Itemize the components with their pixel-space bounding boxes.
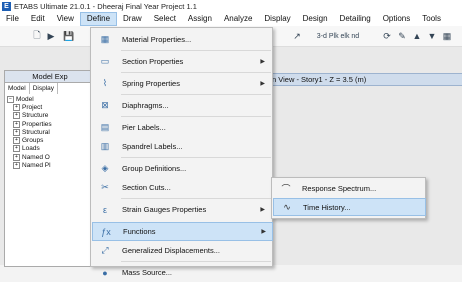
menu-select[interactable]: Select <box>148 12 182 26</box>
tree-node[interactable]: + Named O <box>7 153 93 162</box>
menu-item-strain-gauges[interactable]: ε Strain Gauges Properties ▶ <box>92 200 271 219</box>
collapse-icon[interactable]: − <box>7 96 14 103</box>
submenu-arrow-icon: ▶ <box>261 229 266 235</box>
time-history-icon: ∿ <box>283 201 291 212</box>
menu-options[interactable]: Options <box>377 12 417 26</box>
title-bar: E ETABS Ultimate 21.0.1 - Dheeraj Final … <box>0 0 462 12</box>
define-menu: ▦ Material Properties... ▭ Section Propert… <box>90 27 273 278</box>
menu-design[interactable]: Design <box>297 12 334 26</box>
section-cut-icon: ✂ <box>101 182 109 192</box>
expand-icon[interactable]: + <box>13 145 20 153</box>
menu-item-response-spectrum[interactable]: ⌒ Response Spectrum... <box>273 179 424 197</box>
menu-item-group-definitions[interactable]: ◈ Group Definitions... <box>92 159 271 178</box>
group-icon: ◈ <box>101 163 109 173</box>
menu-bar: File Edit View Define Draw Select Assign… <box>0 12 462 26</box>
displacement-icon: ⤢ <box>101 245 109 255</box>
tree-node[interactable]: + Properties <box>7 120 93 129</box>
pier-icon: ▤ <box>100 122 110 132</box>
menu-item-section-cuts[interactable]: ✂ Section Cuts... <box>92 178 271 197</box>
open-icon[interactable]: ▶ <box>44 29 58 43</box>
tree-node[interactable]: + Named Pl <box>7 161 93 170</box>
menu-item-time-history[interactable]: ∿ Time History... <box>273 198 426 216</box>
menu-file[interactable]: File <box>0 12 25 26</box>
expand-icon[interactable]: + <box>13 161 20 169</box>
menu-item-functions[interactable]: ƒx Functions ▶ <box>92 222 273 241</box>
menu-item-spring-properties[interactable]: ⌇ Spring Properties ▶ <box>92 74 271 93</box>
tree-node[interactable]: + Loads <box>7 145 93 153</box>
menu-item-mass-source[interactable]: ● Mass Source... <box>92 263 271 282</box>
menu-item-generalized-displacements[interactable]: ⤢ Generalized Displacements... <box>92 241 271 260</box>
refresh-icon[interactable]: ⟳ <box>380 29 394 43</box>
tree-node[interactable]: + Groups <box>7 137 93 145</box>
tree-node[interactable]: + Structural <box>7 128 93 137</box>
menu-view[interactable]: View <box>51 12 80 26</box>
functions-icon: ƒx <box>101 226 111 237</box>
diaphragm-icon: ⊠ <box>101 100 109 110</box>
expand-icon[interactable]: + <box>13 128 20 136</box>
menu-item-section-properties[interactable]: ▭ Section Properties ▶ <box>92 52 271 71</box>
functions-submenu: ⌒ Response Spectrum... ∿ Time History... <box>271 177 426 219</box>
up-icon[interactable]: ▲ <box>410 29 424 43</box>
expand-icon[interactable]: + <box>13 137 20 145</box>
material-icon: ▦ <box>100 34 110 44</box>
menu-edit[interactable]: Edit <box>25 12 51 26</box>
panel-title: Model Exp <box>5 71 95 83</box>
view-title-bar: n View - Story1 - Z = 3.5 (m) <box>267 73 462 86</box>
tab-model[interactable]: Model <box>5 83 30 94</box>
save-icon[interactable]: 💾 <box>62 29 76 43</box>
menu-item-spandrel-labels[interactable]: ▥ Spandrel Labels... <box>92 137 271 156</box>
menu-tools[interactable]: Tools <box>416 12 447 26</box>
menu-display[interactable]: Display <box>258 12 296 26</box>
submenu-arrow-icon: ▶ <box>260 81 265 87</box>
menu-item-material-properties[interactable]: ▦ Material Properties... <box>92 30 271 49</box>
tree-node[interactable]: − Model <box>7 96 93 104</box>
menu-item-pier-labels[interactable]: ▤ Pier Labels... <box>92 118 271 137</box>
submenu-arrow-icon: ▶ <box>260 207 265 213</box>
app-logo-icon: E <box>2 1 11 11</box>
expand-icon[interactable]: + <box>13 120 20 128</box>
tree-node[interactable]: + Project <box>7 104 93 112</box>
draw-tool-icon[interactable]: ✎ <box>395 29 409 43</box>
section-icon: ▭ <box>100 56 110 66</box>
grid-icon[interactable]: ▦ <box>440 29 454 43</box>
mass-icon: ● <box>102 267 108 278</box>
menu-draw[interactable]: Draw <box>117 12 148 26</box>
expand-icon[interactable]: + <box>13 153 20 161</box>
down-icon[interactable]: ▼ <box>425 29 439 43</box>
menu-detailing[interactable]: Detailing <box>334 12 377 26</box>
menu-assign[interactable]: Assign <box>182 12 218 26</box>
menu-item-diaphragms[interactable]: ⊠ Diaphragms... <box>92 96 271 115</box>
view-mode-toolbar[interactable]: 3-d Plk elk nd <box>303 29 373 43</box>
tab-display[interactable]: Display <box>30 83 59 94</box>
spandrel-icon: ▥ <box>100 141 110 151</box>
model-explorer-panel: Model Exp Model Display − Model + Project … <box>4 70 96 267</box>
strain-gauge-icon: ε <box>102 204 107 215</box>
submenu-arrow-icon: ▶ <box>260 59 265 65</box>
expand-icon[interactable]: + <box>13 112 20 120</box>
menu-analyze[interactable]: Analyze <box>218 12 258 26</box>
expand-icon[interactable]: + <box>13 104 20 112</box>
spring-icon: ⌇ <box>102 78 108 88</box>
new-file-icon[interactable]: 🗋 <box>30 29 44 43</box>
response-spectrum-icon: ⌒ <box>281 183 291 194</box>
tree-node[interactable]: + Structure <box>7 112 93 120</box>
view-tool-icon[interactable]: ↗ <box>290 29 304 43</box>
menu-define[interactable]: Define <box>79 12 118 26</box>
window-title: ETABS Ultimate 21.0.1 - Dheeraj Final Ye… <box>14 1 197 11</box>
model-tree: − Model + Project + Structure + Properties +… <box>7 96 93 170</box>
